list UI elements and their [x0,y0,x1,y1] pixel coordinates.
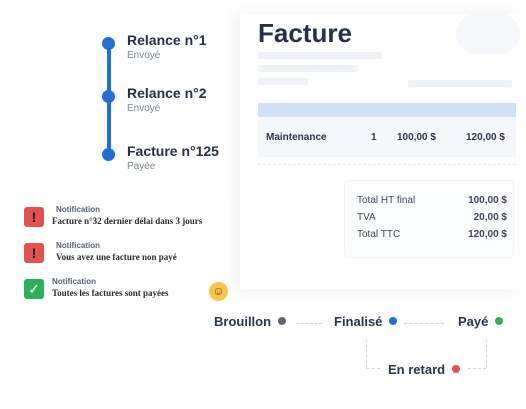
divider [258,164,516,165]
status-brouillon[interactable]: Brouillon [214,314,287,340]
total-ttc-row: Total TTC 120,00 $ [357,229,507,243]
status-connector [404,323,444,324]
check-icon: ✓ [24,279,44,299]
timeline-item-title: Relance n°1 [127,32,207,48]
notification-unpaid[interactable]: ! Notification Vous avez une facture non… [22,236,230,270]
total-value: 100,00 $ [468,195,507,206]
status-finalise[interactable]: Finalisé [334,314,398,340]
timeline-item-title: Facture n°125 [127,143,219,159]
invoice-logo-placeholder [456,14,520,54]
status-en-retard[interactable]: En retard [388,362,461,388]
invoice-card: Facture Maintenance 1 100,00 $ 120,00 $ … [240,14,526,289]
invoice-title: Facture [258,18,352,48]
notification-heading: Notification [56,205,100,214]
line-unit-price: 100,00 $ [397,132,436,143]
status-dot [278,317,287,325]
timeline-item-status: Payée [127,161,156,172]
total-ht-row: Total HT final 100,00 $ [357,195,507,209]
notification-heading: Notification [52,277,96,286]
status-dot [452,365,461,373]
notification-deadline[interactable]: ! Notification Facture n°32 dernier déla… [22,200,230,234]
placeholder-line [258,52,382,59]
timeline-dot [102,148,115,161]
invoice-line-row: Maintenance 1 100,00 $ 120,00 $ [258,117,516,157]
notification-message: Toutes les factures sont payées [52,288,169,298]
status-label: Brouillon [214,314,272,329]
total-label: Total TTC [357,229,401,240]
status-connector [296,323,322,324]
notification-heading: Notification [56,241,100,250]
invoice-table-header [258,103,516,117]
status-label: Payé [458,314,489,329]
reminder-timeline: Relance n°1 Envoyé Relance n°2 Envoyé Fa… [96,28,246,178]
status-dot [495,317,504,325]
status-dot [389,317,398,325]
placeholder-line [258,65,358,72]
timeline-item-status: Envoyé [127,103,161,114]
timeline-item-facture-125: Facture n°125 Payée [96,139,246,179]
timeline-item-relance-1: Relance n°1 Envoyé [96,28,246,68]
exclamation-icon: ! [24,207,44,227]
notification-message: Vous avez une facture non payé [56,252,177,262]
timeline-dot [102,90,115,103]
tva-row: TVA 20,00 $ [357,212,507,226]
placeholder-line [408,80,512,87]
exclamation-icon: ! [24,243,44,263]
timeline-dot [102,37,115,50]
line-total: 120,00 $ [466,132,505,143]
notification-all-paid[interactable]: ✓ Notification Toutes les factures sont … [22,272,230,306]
status-label: En retard [388,362,446,377]
timeline-item-relance-2: Relance n°2 Envoyé [96,81,246,121]
total-label: Total HT final [357,195,416,206]
timeline-item-status: Envoyé [127,50,161,61]
total-value: 120,00 $ [468,229,507,240]
status-paye[interactable]: Payé [458,314,504,340]
smiling-face-icon: ☺ [209,282,228,301]
total-value: 20,00 $ [473,212,507,223]
status-connector [366,368,380,369]
placeholder-line [258,78,308,85]
notification-message: Facture n°32 dernier délai dans 3 jours [52,216,203,226]
total-label: TVA [357,212,376,223]
line-quantity: 1 [371,132,377,143]
status-label: Finalisé [334,314,383,329]
invoice-totals: Total HT final 100,00 $ TVA 20,00 $ Tota… [344,180,514,258]
line-description: Maintenance [266,132,327,143]
status-connector [468,368,486,369]
timeline-item-title: Relance n°2 [127,85,207,101]
